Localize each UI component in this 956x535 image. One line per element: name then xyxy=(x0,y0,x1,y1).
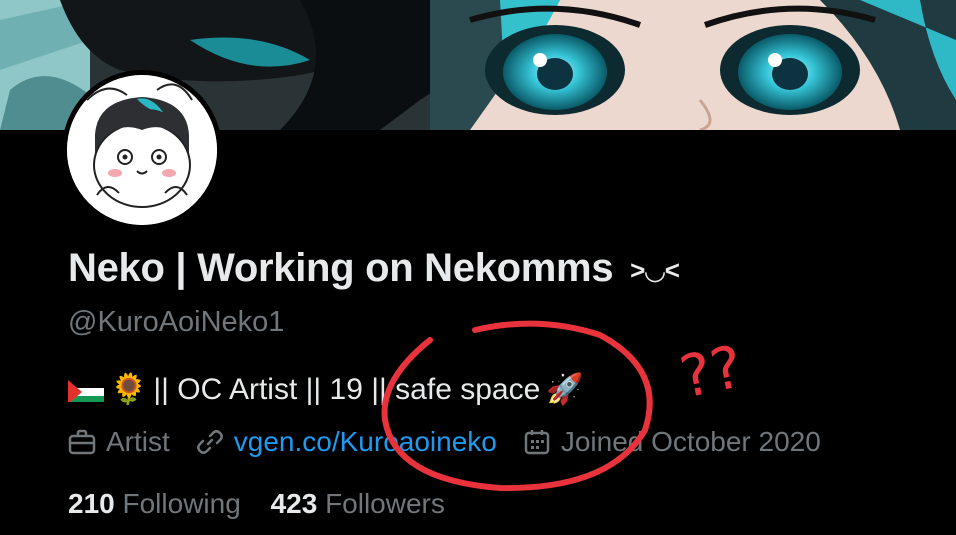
followers-count: 423 xyxy=(270,488,318,519)
rocket-icon: 🚀 xyxy=(546,373,584,406)
sunflower-icon: 🌻 xyxy=(110,373,148,406)
joined-item: Joined October 2020 xyxy=(523,426,821,458)
link-icon xyxy=(196,430,223,454)
joined-date: Joined October 2020 xyxy=(560,426,821,457)
website-item: vgen.co/Kuroaoineko xyxy=(196,426,497,458)
profile-avatar[interactable] xyxy=(62,70,222,230)
display-name-text: Neko | Working on Nekomms xyxy=(68,246,614,290)
briefcase-icon xyxy=(68,429,96,455)
user-handle: @KuroAoiNeko1 xyxy=(68,306,285,338)
display-name: Neko | Working on Nekomms >◡< xyxy=(68,246,680,291)
category-item: Artist xyxy=(68,426,170,458)
profile-bio: 🌻 || OC Artist || 19 || safe space 🚀 xyxy=(68,372,584,407)
bio-text: || OC Artist || 19 || safe space xyxy=(153,372,541,406)
calendar-icon xyxy=(524,430,550,455)
palestine-flag-icon xyxy=(68,378,104,402)
annotation-question-marks: ?? xyxy=(674,332,748,411)
name-emoticon: >◡< xyxy=(630,254,680,285)
followers-label: Followers xyxy=(325,488,445,519)
follow-stats: 210 Following 423 Followers xyxy=(68,488,467,520)
profile-meta: Artist vgen.co/Kuroaoineko Joined Octobe… xyxy=(68,426,847,458)
followers-link[interactable]: 423 Followers xyxy=(271,488,445,519)
following-link[interactable]: 210 Following xyxy=(68,488,249,519)
following-count: 210 xyxy=(68,488,115,519)
website-link[interactable]: vgen.co/Kuroaoineko xyxy=(234,426,497,458)
following-label: Following xyxy=(122,488,241,519)
category-label: Artist xyxy=(106,426,170,457)
